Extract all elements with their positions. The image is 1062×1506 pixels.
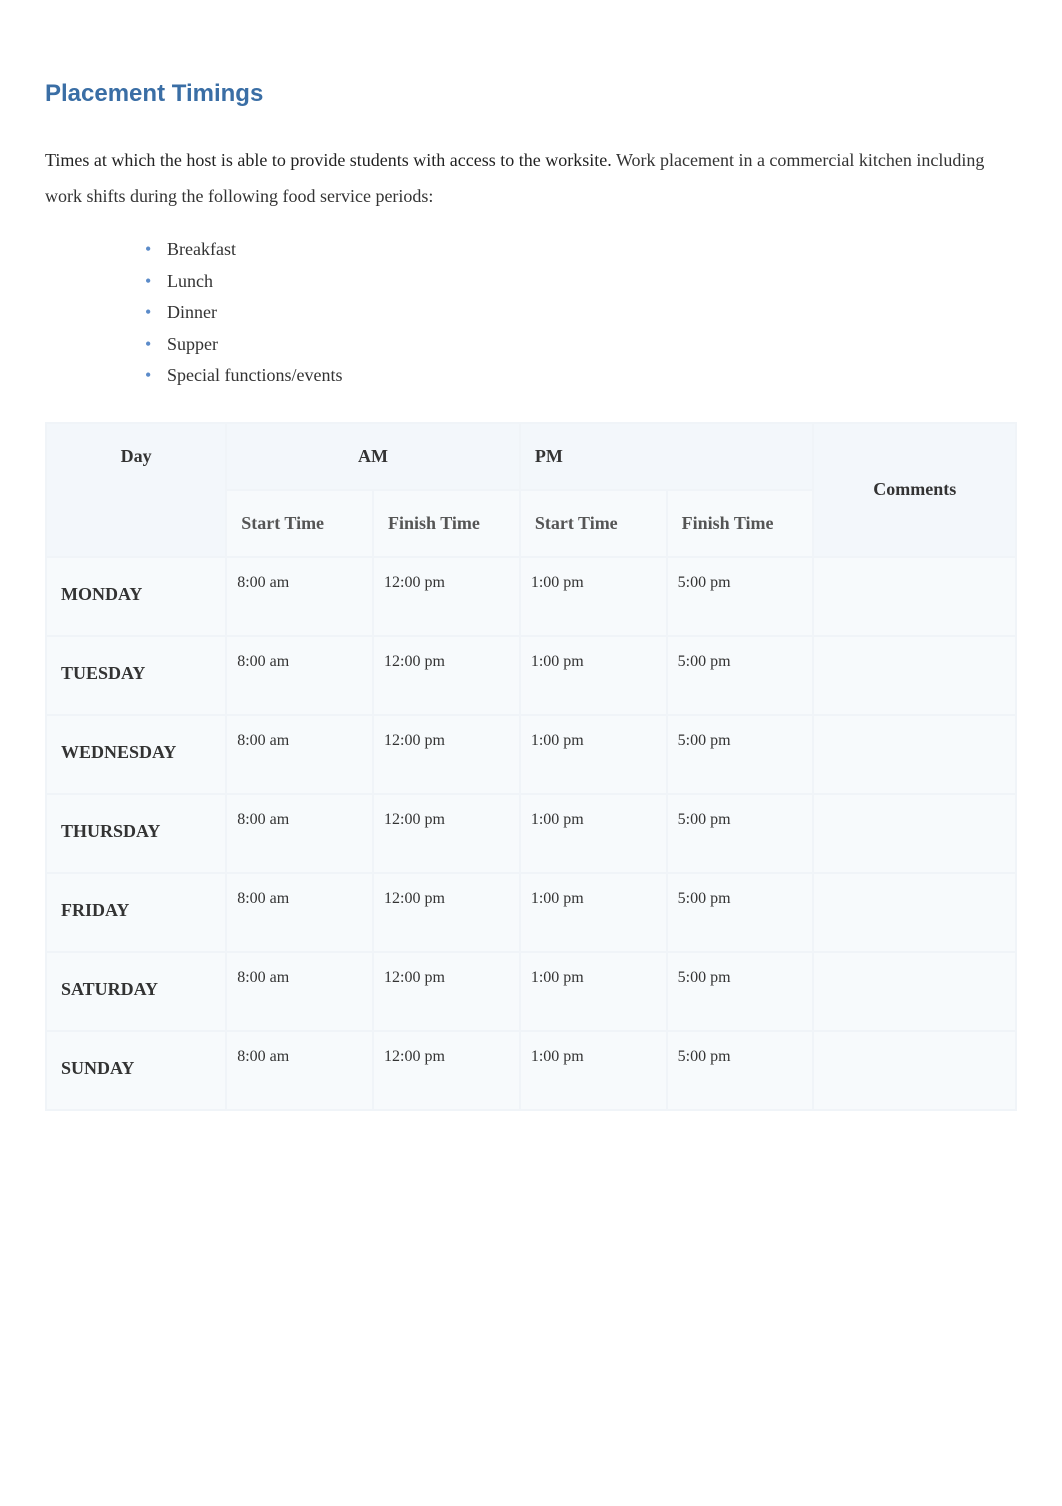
cell-day: THURSDAY [47, 795, 225, 872]
cell-comment [814, 716, 1015, 793]
service-periods-list: Breakfast Lunch Dinner Supper Special fu… [145, 234, 1017, 392]
cell-am-finish: 12:00 pm [374, 953, 519, 1030]
cell-am-finish: 12:00 pm [374, 637, 519, 714]
list-item: Breakfast [145, 234, 1017, 266]
cell-day: SATURDAY [47, 953, 225, 1030]
cell-day: TUESDAY [47, 637, 225, 714]
cell-am-start: 8:00 am [227, 795, 372, 872]
table-row: SATURDAY 8:00 am 12:00 pm 1:00 pm 5:00 p… [47, 953, 1015, 1030]
cell-pm-finish: 5:00 pm [668, 558, 813, 635]
cell-am-finish: 12:00 pm [374, 1032, 519, 1109]
intro-text-dark: Times at which the host is able to provi… [45, 150, 616, 170]
schedule-table: Day AM PM Comments Start Time Finish Tim… [45, 422, 1017, 1111]
cell-am-finish: 12:00 pm [374, 558, 519, 635]
cell-am-finish: 12:00 pm [374, 874, 519, 951]
header-pm: PM [521, 424, 813, 489]
table-row: THURSDAY 8:00 am 12:00 pm 1:00 pm 5:00 p… [47, 795, 1015, 872]
cell-pm-start: 1:00 pm [521, 558, 666, 635]
cell-pm-finish: 5:00 pm [668, 1032, 813, 1109]
table-row: FRIDAY 8:00 am 12:00 pm 1:00 pm 5:00 pm [47, 874, 1015, 951]
cell-am-start: 8:00 am [227, 558, 372, 635]
cell-am-start: 8:00 am [227, 874, 372, 951]
cell-am-start: 8:00 am [227, 953, 372, 1030]
cell-comment [814, 953, 1015, 1030]
cell-comment [814, 637, 1015, 714]
list-item: Lunch [145, 266, 1017, 298]
cell-comment [814, 795, 1015, 872]
cell-day: MONDAY [47, 558, 225, 635]
cell-am-finish: 12:00 pm [374, 795, 519, 872]
cell-am-start: 8:00 am [227, 637, 372, 714]
intro-paragraph: Times at which the host is able to provi… [45, 142, 1017, 214]
list-item: Supper [145, 329, 1017, 361]
cell-day: SUNDAY [47, 1032, 225, 1109]
header-am-start: Start Time [227, 491, 372, 556]
header-am: AM [227, 424, 519, 489]
cell-day: FRIDAY [47, 874, 225, 951]
table-row: SUNDAY 8:00 am 12:00 pm 1:00 pm 5:00 pm [47, 1032, 1015, 1109]
cell-comment [814, 558, 1015, 635]
cell-pm-start: 1:00 pm [521, 716, 666, 793]
cell-pm-start: 1:00 pm [521, 874, 666, 951]
cell-comment [814, 874, 1015, 951]
table-row: WEDNESDAY 8:00 am 12:00 pm 1:00 pm 5:00 … [47, 716, 1015, 793]
cell-pm-finish: 5:00 pm [668, 874, 813, 951]
header-comments: Comments [814, 424, 1015, 556]
header-am-finish: Finish Time [374, 491, 519, 556]
header-day: Day [47, 424, 225, 556]
cell-pm-finish: 5:00 pm [668, 953, 813, 1030]
list-item: Special functions/events [145, 360, 1017, 392]
cell-am-start: 8:00 am [227, 716, 372, 793]
cell-pm-start: 1:00 pm [521, 953, 666, 1030]
list-item: Dinner [145, 297, 1017, 329]
cell-pm-start: 1:00 pm [521, 1032, 666, 1109]
table-row: TUESDAY 8:00 am 12:00 pm 1:00 pm 5:00 pm [47, 637, 1015, 714]
cell-am-start: 8:00 am [227, 1032, 372, 1109]
header-pm-start: Start Time [521, 491, 666, 556]
cell-pm-finish: 5:00 pm [668, 716, 813, 793]
table-row: MONDAY 8:00 am 12:00 pm 1:00 pm 5:00 pm [47, 558, 1015, 635]
cell-pm-finish: 5:00 pm [668, 795, 813, 872]
section-title: Placement Timings [45, 80, 1017, 108]
cell-am-finish: 12:00 pm [374, 716, 519, 793]
cell-pm-start: 1:00 pm [521, 795, 666, 872]
cell-pm-finish: 5:00 pm [668, 637, 813, 714]
cell-comment [814, 1032, 1015, 1109]
cell-pm-start: 1:00 pm [521, 637, 666, 714]
schedule-body: MONDAY 8:00 am 12:00 pm 1:00 pm 5:00 pm … [47, 558, 1015, 1109]
header-pm-finish: Finish Time [668, 491, 813, 556]
cell-day: WEDNESDAY [47, 716, 225, 793]
